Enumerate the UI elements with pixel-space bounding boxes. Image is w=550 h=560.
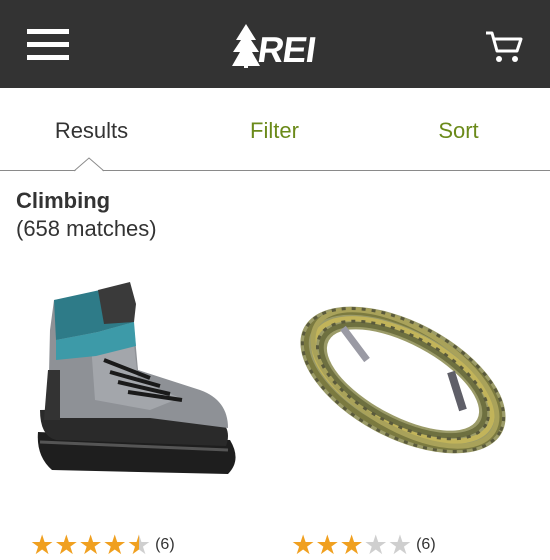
logo-text: REI (255, 29, 318, 70)
tab-filter[interactable]: Filter (183, 88, 366, 170)
star-icon: ★ (339, 530, 364, 560)
product-card[interactable]: ★★★★★ (6) (275, 260, 550, 559)
half-star-icon: ★ (126, 530, 152, 560)
match-count: (658 matches) (16, 216, 157, 241)
review-count: (6) (155, 536, 175, 553)
hamburger-menu-icon[interactable] (27, 29, 69, 61)
star-icon: ★ (315, 530, 340, 560)
menu-bar (27, 42, 69, 47)
app-header: REI (0, 0, 550, 88)
review-count: (6) (416, 536, 436, 553)
climbing-rope-image (300, 306, 506, 454)
tab-sort[interactable]: Sort (367, 88, 550, 170)
menu-bar (27, 29, 69, 34)
menu-bar (27, 55, 69, 60)
empty-star-icon: ★ (363, 530, 388, 560)
mountaineering-boot-image (37, 282, 236, 474)
rei-logo[interactable]: REI (232, 22, 320, 70)
selected-tab-indicator (74, 157, 104, 172)
empty-star-icon: ★ (387, 530, 413, 560)
product-rating: ★★★★★ (6) (30, 530, 175, 560)
product-rating: ★★★★★ (6) (291, 530, 436, 560)
product-card[interactable]: ★★★★★ (6) (0, 260, 275, 559)
star-icon: ★ (30, 530, 55, 560)
category-title: Climbing (16, 188, 111, 213)
star-icon: ★ (54, 530, 79, 560)
star-icon: ★ (102, 530, 127, 560)
shopping-cart-icon[interactable] (484, 30, 524, 64)
star-icon: ★ (291, 530, 316, 560)
star-icon: ★ (78, 530, 103, 560)
